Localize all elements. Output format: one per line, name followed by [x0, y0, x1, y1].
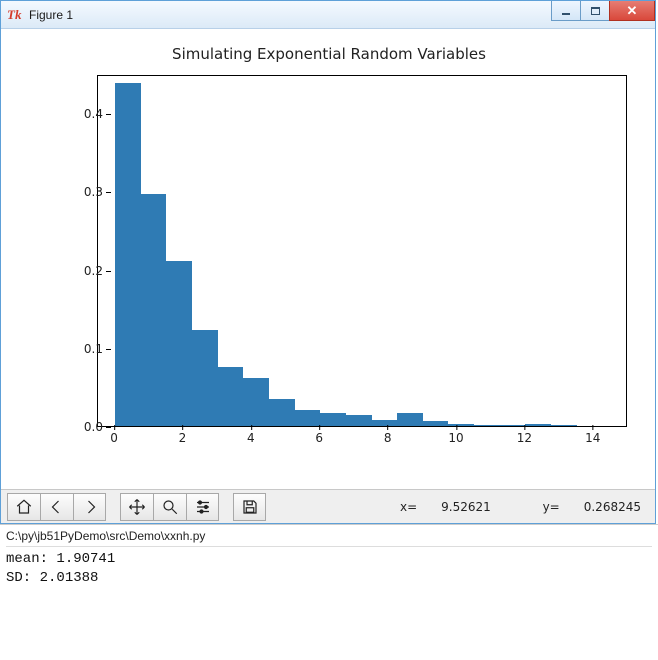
- window-title: Figure 1: [29, 8, 73, 22]
- bar: [295, 410, 321, 426]
- arrow-left-icon: [48, 498, 66, 516]
- arrow-right-icon: [81, 498, 99, 516]
- save-button[interactable]: [233, 493, 266, 521]
- y-tick-label: 0.0: [63, 420, 103, 434]
- bar: [372, 420, 398, 426]
- bar: [218, 367, 244, 426]
- x-tick-label: 14: [585, 431, 600, 445]
- bar: [115, 83, 141, 426]
- window-controls: ✕: [552, 1, 655, 21]
- figure-window: Tk Figure 1 ✕ Simulating Exponential Ran…: [0, 0, 656, 524]
- zoom-button[interactable]: [153, 493, 186, 521]
- matplotlib-toolbar: x=9.52621 y=0.268245: [1, 489, 655, 523]
- x-tick-label: 0: [110, 431, 118, 445]
- x-tick-label: 12: [517, 431, 532, 445]
- bar: [346, 415, 372, 426]
- save-icon: [241, 498, 259, 516]
- bar: [423, 421, 449, 426]
- pan-button[interactable]: [120, 493, 153, 521]
- script-path: C:\py\jb51PyDemo\src\Demo\xxnh.py: [6, 529, 652, 547]
- coord-x: x=9.52621: [376, 500, 491, 514]
- plot: Simulating Exponential Random Variables …: [19, 45, 639, 483]
- tk-app-icon: Tk: [7, 7, 23, 23]
- home-button[interactable]: [7, 493, 40, 521]
- close-button[interactable]: ✕: [609, 1, 655, 21]
- bar: [448, 424, 474, 426]
- chart-title: Simulating Exponential Random Variables: [19, 45, 639, 63]
- bar: [500, 425, 526, 426]
- bar: [243, 378, 269, 426]
- y-tick-label: 0.3: [63, 185, 103, 199]
- coord-y: y=0.268245: [519, 500, 641, 514]
- bar-series: [98, 76, 626, 426]
- x-tick-label: 6: [315, 431, 323, 445]
- maximize-button[interactable]: [580, 1, 610, 21]
- titlebar[interactable]: Tk Figure 1 ✕: [1, 1, 655, 29]
- axes-outer: 0.0 0.1 0.2 0.3 0.4 0 2 4 6 8 10 12 14: [19, 69, 639, 469]
- minimize-button[interactable]: [551, 1, 581, 21]
- output-sd: SD: 2.01388: [6, 569, 652, 588]
- bar: [192, 330, 218, 426]
- sliders-icon: [194, 498, 212, 516]
- x-tick-label: 4: [247, 431, 255, 445]
- home-icon: [15, 498, 33, 516]
- output-mean: mean: 1.90741: [6, 550, 652, 569]
- bar: [551, 425, 577, 426]
- bar: [320, 413, 346, 426]
- bar: [525, 424, 551, 426]
- bar: [166, 261, 192, 426]
- back-button[interactable]: [40, 493, 73, 521]
- zoom-icon: [161, 498, 179, 516]
- bar: [269, 399, 295, 426]
- configure-subplots-button[interactable]: [186, 493, 219, 521]
- bar: [141, 194, 167, 426]
- console-output: C:\py\jb51PyDemo\src\Demo\xxnh.py mean: …: [0, 524, 658, 608]
- axes[interactable]: [97, 75, 627, 427]
- x-tick-label: 8: [384, 431, 392, 445]
- y-tick-label: 0.1: [63, 342, 103, 356]
- bar: [474, 425, 500, 426]
- x-tick-label: 2: [179, 431, 187, 445]
- x-tick-label: 10: [448, 431, 463, 445]
- figure-canvas: Simulating Exponential Random Variables …: [1, 29, 655, 489]
- bar: [397, 413, 423, 426]
- move-icon: [128, 498, 146, 516]
- forward-button[interactable]: [73, 493, 106, 521]
- cursor-coordinates: x=9.52621 y=0.268245: [352, 500, 641, 514]
- y-tick-label: 0.4: [63, 107, 103, 121]
- y-tick-label: 0.2: [63, 264, 103, 278]
